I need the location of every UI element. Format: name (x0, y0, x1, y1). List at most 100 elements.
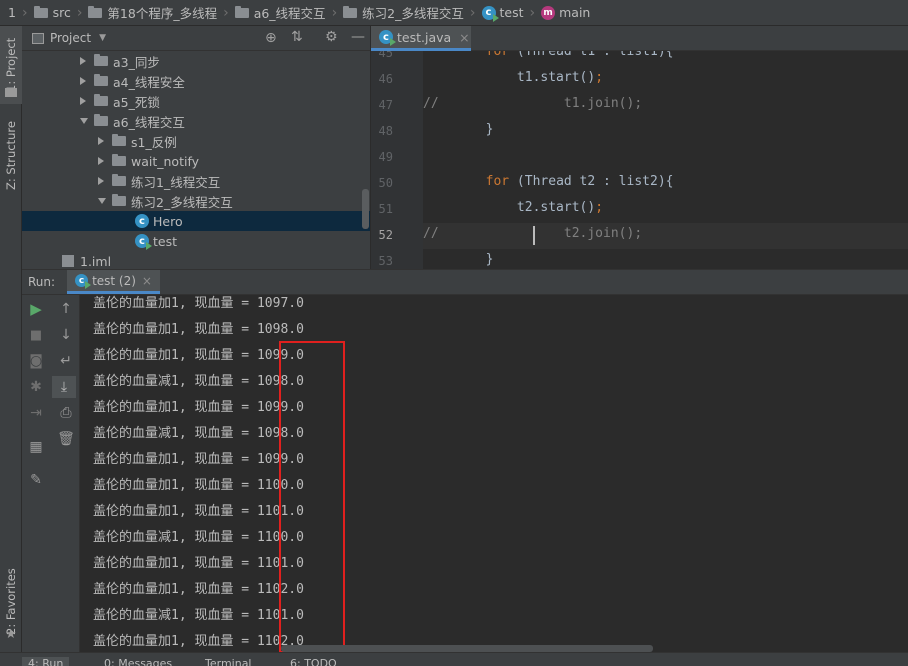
expand-arrow-icon[interactable] (80, 77, 86, 85)
tree-item-label: 1.iml (80, 253, 112, 269)
project-panel-title[interactable]: Project (50, 31, 91, 45)
tree-item-hero[interactable]: c Hero (22, 211, 370, 231)
bottom-tab-run[interactable]: 4: Run (22, 657, 70, 666)
tree-item-label: a5_死锁 (113, 94, 160, 110)
print-icon[interactable]: ⎙ (52, 402, 80, 424)
editor-tab-label: test.java (397, 29, 452, 45)
folder-icon (94, 74, 108, 86)
scroll-to-end-icon[interactable]: ⤓ (52, 376, 76, 398)
tree-item-label: test (153, 233, 178, 249)
bottom-tab-todo[interactable]: 6: TODO (290, 657, 337, 666)
breadcrumb-label: 第18个程序_多线程 (107, 6, 218, 21)
structure-tool-tab[interactable]: Z: Structure (0, 116, 22, 196)
breadcrumb-method-main[interactable]: m main (541, 5, 590, 20)
breadcrumb-class-test[interactable]: c test (481, 5, 524, 22)
bottom-tool-bar: 4: Run 0: Messages Terminal 6: TODO (0, 652, 908, 666)
structure-tool-tab-label: Z: Structure (4, 121, 18, 191)
breadcrumb-label: src (52, 5, 71, 20)
camera-icon[interactable]: ◙ (22, 350, 50, 372)
breadcrumb-label: 1 (8, 5, 16, 20)
editor-tab-test-java[interactable]: c test.java × (371, 26, 471, 51)
tree-item-wait-notify[interactable]: wait_notify (22, 151, 370, 171)
console-line: 盖伦的血量减1, 现血量 = 1100.0 (93, 530, 304, 545)
exit-icon[interactable]: ⇥ (22, 402, 50, 424)
favorites-tool-tab-label: 2: Favorites (4, 568, 18, 636)
console-line: 盖伦的血量减1, 现血量 = 1098.0 (93, 426, 304, 441)
tree-item-iml[interactable]: 1.iml (22, 251, 370, 269)
expand-arrow-icon[interactable] (98, 157, 104, 165)
expand-arrow-icon[interactable] (98, 137, 104, 145)
chevron-down-icon[interactable]: ▼ (99, 33, 106, 43)
run-toolbar-primary: ▶ ■ ◙ ✱ ⇥ ▦ ✎ (22, 295, 50, 652)
bottom-tab-label: 6: TODO (290, 657, 337, 666)
bottom-tab-messages[interactable]: 0: Messages (104, 657, 172, 666)
tree-item-exercise2[interactable]: 练习2_多线程交互 (22, 191, 370, 211)
console-line: 盖伦的血量加1, 现血量 = 1099.0 (93, 348, 304, 363)
close-icon[interactable]: × (142, 274, 152, 288)
folder-icon (112, 194, 126, 206)
close-icon[interactable]: × (459, 30, 469, 45)
debug-icon[interactable]: ✱ (22, 376, 50, 398)
layout-icon[interactable]: ▦ (22, 436, 50, 458)
tree-item-exercise1[interactable]: 练习1_线程交互 (22, 171, 370, 191)
collapse-arrow-icon[interactable] (98, 198, 106, 204)
soft-wrap-icon[interactable]: ↵ (52, 350, 80, 372)
tree-item-label: Hero (153, 213, 183, 229)
collapse-all-icon[interactable]: ⇅ (291, 29, 303, 45)
tree-item-test[interactable]: c test (22, 231, 370, 251)
folder-icon (88, 5, 103, 18)
console-line: 盖伦的血量减1, 现血量 = 1098.0 (93, 374, 304, 389)
code-line-47: // t1.join(); (423, 96, 643, 111)
run-tab-test-2[interactable]: c test (2) × (67, 270, 160, 294)
tree-item-label: wait_notify (131, 153, 200, 169)
run-tab-label: test (2) (92, 273, 136, 288)
tree-item-a4[interactable]: a4_线程安全 (22, 71, 370, 91)
expand-arrow-icon[interactable] (80, 97, 86, 105)
collapse-arrow-icon[interactable] (80, 118, 88, 124)
tree-item-label: a6_线程交互 (113, 114, 185, 130)
console-line: 盖伦的血量加1, 现血量 = 1099.0 (93, 400, 304, 415)
code-line-45: for (Thread t1 : list1){ (485, 51, 674, 59)
gear-icon[interactable]: ⚙ (325, 29, 338, 45)
line-number: 47 (378, 98, 393, 112)
breadcrumb-src[interactable]: src (33, 5, 71, 20)
arrow-down-icon[interactable]: ↓ (52, 324, 80, 346)
expand-arrow-icon[interactable] (80, 57, 86, 65)
rerun-icon[interactable]: ▶ (22, 298, 50, 320)
code-editor[interactable]: for (Thread t1 : list1){ t1.start(); // … (423, 51, 908, 269)
folder-icon (33, 5, 48, 18)
trash-icon[interactable]: 🗑 (52, 428, 80, 450)
locate-icon[interactable]: ⊕ (265, 30, 277, 46)
tree-item-a3[interactable]: a3_同步 (22, 51, 370, 71)
method-icon: m (541, 5, 556, 20)
text-cursor (533, 226, 535, 245)
bottom-tab-label: 4: Run (28, 657, 64, 666)
pin-icon[interactable]: ✎ (22, 469, 50, 491)
expand-arrow-icon[interactable] (98, 177, 104, 185)
chevron-right-icon: › (529, 4, 536, 21)
run-toolbar-secondary: ↑ ↓ ↵ ⤓ ⎙ 🗑 (50, 295, 80, 652)
folder-icon (5, 88, 17, 97)
bottom-tab-terminal[interactable]: Terminal (205, 657, 252, 666)
breadcrumb-project-number[interactable]: 1 (8, 5, 16, 20)
line-number: 51 (378, 202, 393, 216)
tree-item-label: 练习2_多线程交互 (131, 194, 233, 210)
breadcrumb-package-exercise2[interactable]: 练习2_多线程交互 (343, 3, 464, 22)
project-tree-scrollbar[interactable] (362, 189, 369, 229)
code-line-53: } (423, 252, 494, 267)
stop-icon[interactable]: ■ (22, 324, 50, 346)
breadcrumb-package-18[interactable]: 第18个程序_多线程 (88, 3, 217, 22)
minimize-icon[interactable]: — (351, 29, 365, 45)
tree-item-a6[interactable]: a6_线程交互 (22, 111, 370, 131)
project-view-icon (32, 32, 44, 44)
tree-item-a5[interactable]: a5_死锁 (22, 91, 370, 111)
console-output[interactable]: 盖伦的血量加1, 现血量 = 1097.0 盖伦的血量加1, 现血量 = 109… (80, 295, 908, 652)
tree-item-s1[interactable]: s1_反例 (22, 131, 370, 151)
tree-item-label: a4_线程安全 (113, 74, 185, 90)
runnable-class-icon: c (75, 274, 92, 289)
console-horizontal-scrollbar[interactable] (281, 645, 653, 652)
editor-tab-bar: c test.java × (371, 26, 908, 51)
breadcrumb-package-a6[interactable]: a6_线程交互 (234, 3, 326, 22)
arrow-up-icon[interactable]: ↑ (52, 298, 80, 320)
project-panel-header: Project ▼ ⊕ ⇅ ⚙ — (22, 26, 370, 51)
